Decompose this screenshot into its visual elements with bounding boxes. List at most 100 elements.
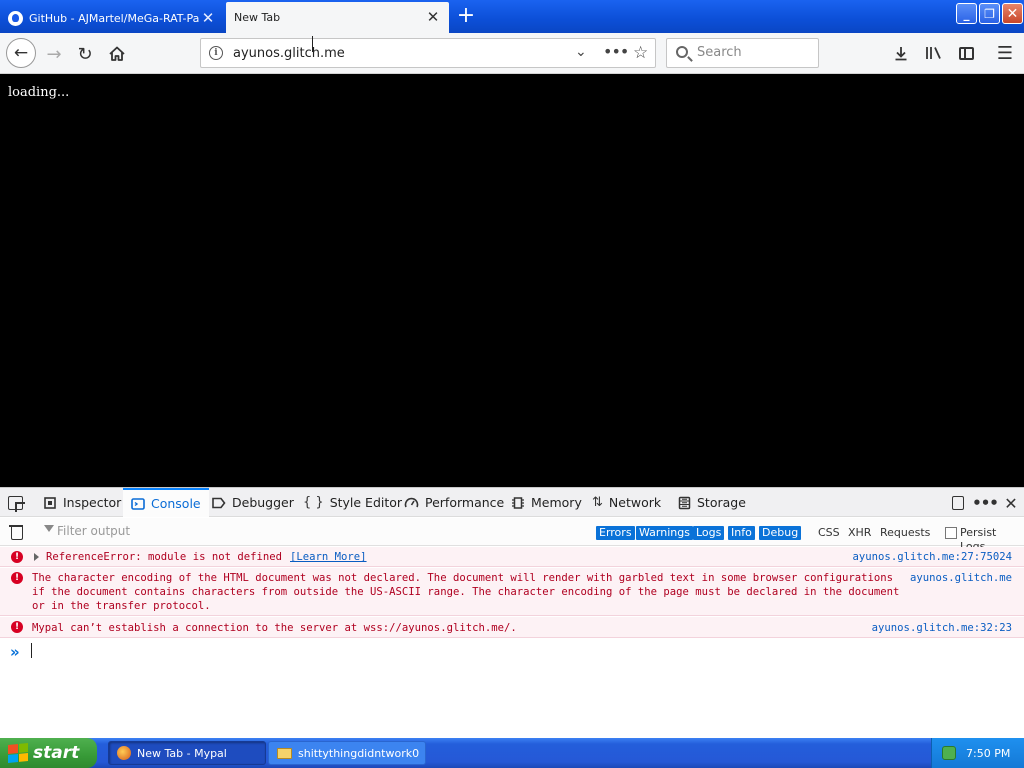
filter-requests-toggle[interactable]: Requests	[880, 526, 930, 540]
level-errors-toggle[interactable]: Errors	[596, 526, 635, 540]
level-info-toggle[interactable]: Info	[728, 526, 755, 540]
taskbar: start New Tab - Mypal shittythingdidntwo…	[0, 738, 1024, 768]
devtools-panel: Inspector Console Debugger { } Style Edi…	[0, 487, 1024, 738]
message-text: Mypal can’t establish a connection to th…	[32, 622, 517, 634]
menu-button[interactable]: ☰	[993, 41, 1017, 65]
tab-console[interactable]: Console	[123, 488, 209, 517]
error-icon: !	[11, 572, 23, 584]
reload-button[interactable]: ↻	[71, 40, 99, 68]
learn-more-link[interactable]: [Learn More]	[290, 551, 367, 563]
storage-icon	[678, 496, 691, 509]
page-content[interactable]: loading...	[0, 75, 1024, 487]
search-input[interactable]	[697, 45, 815, 60]
taskbar-item-label: shittythingdidntwork0	[298, 746, 420, 760]
url-text[interactable]: ayunos.glitch.me	[233, 46, 345, 61]
message-source-link[interactable]: ayunos.glitch.me:27:75024	[853, 550, 1012, 564]
browser-icon	[117, 746, 131, 760]
tab-label: New Tab	[234, 11, 281, 24]
downloads-button[interactable]	[889, 41, 913, 65]
message-text: ReferenceError: module is not defined [Le…	[46, 550, 367, 564]
filter-icon	[44, 525, 54, 532]
close-window-button[interactable]: ✕	[1002, 3, 1023, 24]
error-icon: !	[11, 621, 23, 633]
windows-logo-icon	[8, 742, 28, 764]
tab-label: Console	[151, 496, 201, 511]
search-icon	[676, 46, 688, 58]
message-source-link[interactable]: ayunos.glitch.me	[910, 571, 1012, 585]
filter-output-input[interactable]	[57, 524, 257, 538]
trash-icon[interactable]	[9, 524, 24, 540]
taskbar-item-folder[interactable]: shittythingdidntwork0	[268, 741, 426, 765]
github-icon	[8, 10, 23, 26]
start-button[interactable]: start	[0, 738, 97, 768]
page-actions-icon[interactable]: •••	[603, 42, 629, 61]
download-icon	[895, 47, 907, 61]
console-message[interactable]: ! ReferenceError: module is not defined […	[0, 547, 1024, 567]
inspector-icon	[44, 496, 56, 509]
tab-label: Debugger	[232, 495, 294, 510]
library-button[interactable]	[922, 41, 946, 65]
home-button[interactable]	[103, 40, 131, 68]
nav-toolbar: ← → ↻ i ayunos.glitch.me ⌄ ••• ☆ ☰	[0, 33, 1024, 74]
error-icon: !	[11, 551, 23, 563]
minimize-button[interactable]: _	[956, 3, 977, 24]
sidebar-icon	[958, 46, 974, 60]
tab-label: Performance	[425, 495, 505, 510]
search-bar[interactable]	[666, 38, 819, 68]
info-icon[interactable]: i	[209, 46, 223, 60]
tray-app-icon[interactable]	[942, 746, 956, 760]
tab-github[interactable]: GitHub - AJMartel/MeGa-RAT-Pack ✕	[0, 3, 224, 33]
tab-storage[interactable]: Storage	[678, 488, 746, 517]
tab-style-editor[interactable]: { } Style Editor	[303, 488, 402, 517]
console-message[interactable]: ! The character encoding of the HTML doc…	[0, 568, 1024, 616]
level-warnings-toggle[interactable]: Warnings	[636, 526, 693, 540]
dock-icon	[952, 496, 964, 510]
close-devtools-button[interactable]: ✕	[1001, 493, 1021, 513]
loading-text: loading...	[8, 85, 70, 100]
dock-side-button[interactable]	[948, 493, 968, 513]
message-source-link[interactable]: ayunos.glitch.me:32:23	[872, 621, 1012, 635]
console-prompt-icon: »	[10, 643, 20, 661]
tab-debugger[interactable]: Debugger	[211, 488, 294, 517]
back-button[interactable]: ←	[6, 38, 36, 68]
tab-network[interactable]: ⇅ Network	[592, 488, 661, 517]
picker-icon	[8, 495, 25, 512]
tab-performance[interactable]: Performance	[404, 488, 504, 517]
devtools-menu-button[interactable]: •••	[972, 493, 999, 513]
text-cursor	[309, 36, 317, 52]
persist-logs-checkbox[interactable]	[945, 527, 957, 539]
taskbar-item-browser[interactable]: New Tab - Mypal	[108, 741, 266, 765]
tab-new-tab[interactable]: New Tab ✕	[226, 2, 449, 33]
tab-label: GitHub - AJMartel/MeGa-RAT-Pack	[29, 11, 200, 25]
tab-inspector[interactable]: Inspector	[43, 488, 121, 517]
new-tab-button[interactable]: +	[453, 5, 479, 29]
error-text: ReferenceError: module is not defined	[46, 551, 282, 563]
expand-triangle-icon[interactable]	[34, 553, 39, 561]
tab-memory[interactable]: Memory	[511, 488, 582, 517]
library-icon	[926, 47, 941, 59]
console-filter-bar: Errors Warnings Logs Info Debug CSS XHR …	[0, 518, 1024, 553]
clock[interactable]: 7:50 PM	[966, 747, 1010, 760]
maximize-button[interactable]: ❐	[979, 3, 1000, 24]
filter-css-toggle[interactable]: CSS	[818, 526, 840, 540]
chevron-down-icon[interactable]: ⌄	[575, 44, 587, 60]
element-picker-button[interactable]	[8, 488, 28, 517]
console-message[interactable]: ! Mypal can’t establish a connection to …	[0, 617, 1024, 638]
close-tab-icon[interactable]: ✕	[200, 10, 216, 26]
close-tab-icon[interactable]: ✕	[425, 10, 441, 26]
taskbar-item-label: New Tab - Mypal	[137, 746, 227, 760]
level-logs-toggle[interactable]: Logs	[693, 526, 725, 540]
level-debug-toggle[interactable]: Debug	[759, 526, 802, 540]
folder-icon	[277, 747, 292, 759]
sidebar-button[interactable]	[954, 41, 978, 65]
up-down-arrows-icon: ⇅	[592, 495, 603, 510]
gauge-icon	[404, 497, 419, 507]
tab-strip: GitHub - AJMartel/MeGa-RAT-Pack ✕ New Ta…	[0, 0, 1024, 33]
url-bar[interactable]: i ayunos.glitch.me ⌄ ••• ☆	[200, 38, 656, 68]
console-input[interactable]	[31, 643, 32, 658]
tab-label: Storage	[697, 495, 746, 510]
bookmark-star-icon[interactable]: ☆	[633, 43, 648, 63]
tab-label: Style Editor	[329, 495, 403, 510]
filter-xhr-toggle[interactable]: XHR	[848, 526, 871, 540]
forward-button[interactable]: →	[40, 40, 68, 68]
